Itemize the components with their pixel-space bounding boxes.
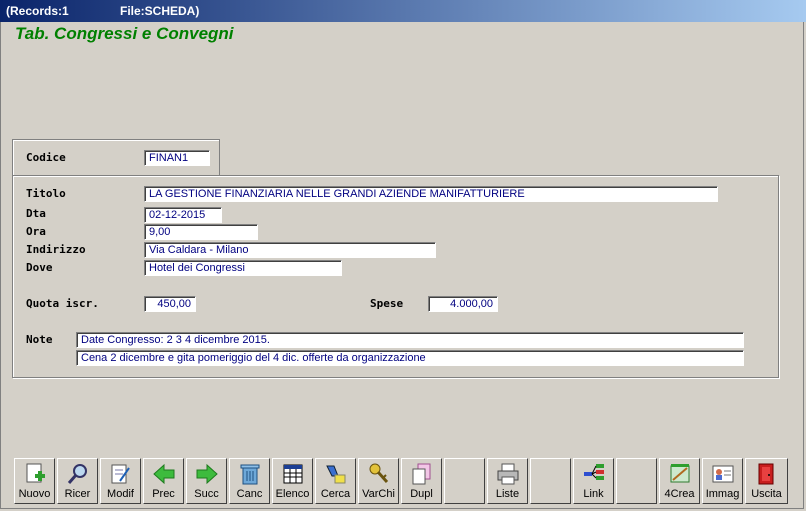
dta-label: Dta — [26, 207, 46, 220]
ora-field[interactable]: 9,00 — [144, 224, 258, 240]
codice-label: Codice — [26, 151, 66, 164]
dove-label: Dove — [26, 261, 53, 274]
file-name: File:SCHEDA) — [120, 4, 200, 18]
uscita-button[interactable]: Uscita — [745, 458, 788, 504]
printer-icon — [497, 463, 519, 485]
link-label: Link — [583, 488, 604, 500]
note-field-line2[interactable]: Cena 2 dicembre e gita pomeriggio del 4 … — [76, 350, 744, 366]
elenco-button[interactable]: Elenco — [272, 458, 313, 504]
succ-label: Succ — [194, 488, 219, 500]
indirizzo-label: Indirizzo — [26, 243, 86, 256]
edit-document-icon — [111, 464, 130, 484]
link-tree-icon — [584, 464, 604, 480]
prec-button[interactable]: Prec — [143, 458, 184, 504]
arrow-right-icon — [196, 463, 218, 485]
varchi-label: VarChi — [362, 488, 395, 500]
modif-label: Modif — [107, 488, 134, 500]
codice-field[interactable]: FINAN1 — [144, 150, 210, 166]
build-icon — [670, 464, 690, 483]
prec-label: Prec — [152, 488, 175, 500]
records-count: (Records:1 — [6, 4, 69, 18]
immag-label: Immag — [705, 488, 740, 500]
elenco-label: Elenco — [275, 488, 310, 500]
uscita-label: Uscita — [751, 488, 782, 500]
crea-label: 4Crea — [664, 488, 695, 500]
trash-icon — [240, 464, 260, 485]
immag-button[interactable]: Immag — [702, 458, 743, 504]
ora-label: Ora — [26, 225, 46, 238]
flashlight-icon — [326, 465, 346, 484]
quota-field[interactable]: 450,00 — [144, 296, 196, 312]
empty-button-3[interactable] — [616, 458, 657, 504]
image-card-icon — [712, 465, 734, 483]
dta-field[interactable]: 02-12-2015 — [144, 207, 222, 223]
magnifier-icon — [67, 464, 87, 484]
duplicate-icon — [412, 463, 431, 485]
spese-label: Spese — [370, 297, 404, 310]
succ-button[interactable]: Succ — [186, 458, 227, 504]
table-icon — [283, 464, 303, 484]
nuovo-label: Nuovo — [18, 488, 51, 500]
indirizzo-field[interactable]: Via Caldara - Milano — [144, 242, 436, 258]
titolo-field[interactable]: LA GESTIONE FINANZIARIA NELLE GRANDI AZI… — [144, 186, 718, 202]
varchi-button[interactable]: VarChi — [358, 458, 399, 504]
arrow-left-icon — [153, 463, 175, 485]
window-titlebar: (Records:1 File:SCHEDA) — [0, 0, 806, 22]
modif-button[interactable]: Modif — [100, 458, 141, 504]
page-title: Tab. Congressi e Convegni — [15, 24, 234, 43]
empty-button-1[interactable] — [444, 458, 485, 504]
link-button[interactable]: Link — [573, 458, 614, 504]
cerca-button[interactable]: Cerca — [315, 458, 356, 504]
keys-icon — [369, 463, 389, 484]
bottom-toolbar: Nuovo Ricer Modif Prec Succ Canc Elenco … — [14, 458, 788, 506]
cerca-label: Cerca — [320, 488, 351, 500]
ricer-button[interactable]: Ricer — [57, 458, 98, 504]
spese-field[interactable]: 4.000,00 — [428, 296, 498, 312]
quota-label: Quota iscr. — [26, 297, 99, 310]
empty-button-2[interactable] — [530, 458, 571, 504]
crea-button[interactable]: 4Crea — [659, 458, 700, 504]
liste-button[interactable]: Liste — [487, 458, 528, 504]
liste-label: Liste — [495, 488, 520, 500]
titolo-label: Titolo — [26, 187, 66, 200]
dupl-label: Dupl — [410, 488, 433, 500]
canc-button[interactable]: Canc — [229, 458, 270, 504]
dupl-button[interactable]: Dupl — [401, 458, 442, 504]
note-field-line1[interactable]: Date Congresso: 2 3 4 dicembre 2015. — [76, 332, 744, 348]
canc-label: Canc — [236, 488, 263, 500]
note-label: Note — [26, 333, 53, 346]
ricer-label: Ricer — [64, 488, 91, 500]
dove-field[interactable]: Hotel dei Congressi — [144, 260, 342, 276]
exit-door-icon — [758, 463, 774, 485]
new-document-icon — [26, 463, 45, 483]
nuovo-button[interactable]: Nuovo — [14, 458, 55, 504]
